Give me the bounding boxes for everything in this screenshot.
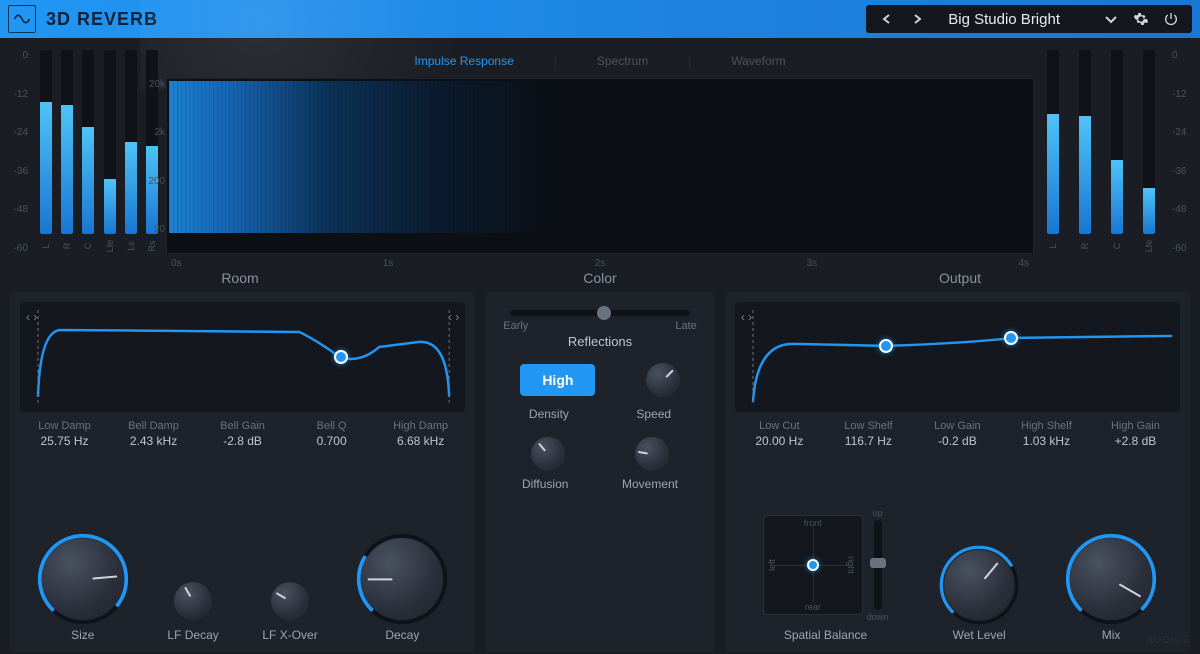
size-knob[interactable] — [42, 538, 124, 620]
density-label: Density — [529, 407, 569, 421]
low-shelf-handle[interactable] — [879, 339, 893, 353]
room-section-label: Room — [0, 270, 480, 286]
movement-label: Movement — [622, 477, 678, 491]
movement-knob[interactable] — [635, 437, 669, 471]
spatial-position-dot[interactable] — [807, 559, 819, 571]
settings-gear-icon[interactable] — [1132, 10, 1150, 28]
output-eq-graph[interactable]: ‹ › — [735, 302, 1180, 412]
preset-next-button[interactable] — [908, 10, 926, 28]
output-section-label: Output — [720, 270, 1200, 286]
lf-xover-label: LF X-Over — [262, 628, 317, 642]
speed-label: Speed — [636, 407, 671, 421]
preset-prev-button[interactable] — [878, 10, 896, 28]
output-meters: LRCLfe0-12-24-36-48-60 — [1040, 50, 1190, 254]
mix-knob[interactable] — [1070, 538, 1152, 620]
viz-tabs: Impulse Response | Spectrum | Waveform — [166, 50, 1034, 78]
param-readout[interactable]: Bell Q0.700 — [287, 420, 376, 448]
slider-early-label: Early — [503, 320, 528, 332]
param-readout[interactable]: High Damp6.68 kHz — [376, 420, 465, 448]
param-readout[interactable]: Low Cut20.00 Hz — [735, 420, 824, 448]
meter-channel: L — [1040, 50, 1066, 254]
lf-decay-label: LF Decay — [167, 628, 218, 642]
spatial-balance-label: Spatial Balance — [784, 628, 867, 642]
spectrogram-area: Impulse Response | Spectrum | Waveform 2… — [166, 50, 1034, 254]
room-eq-graph[interactable]: ‹ › ‹ › — [20, 302, 465, 412]
color-panel: Early Late Reflections High Density Spee… — [485, 292, 715, 652]
lf-xover-knob[interactable] — [271, 582, 309, 620]
param-readout[interactable]: High Gain+2.8 dB — [1091, 420, 1180, 448]
meter-channel: L — [38, 50, 53, 254]
watermark: AUDIOZ — [1146, 635, 1190, 646]
spectrogram-display[interactable]: 20k2k20020 0s1s2s3s4s — [166, 78, 1034, 254]
param-readout[interactable]: Bell Gain-2.8 dB — [198, 420, 287, 448]
wet-level-knob[interactable] — [944, 550, 1014, 620]
reflections-knob[interactable] — [646, 363, 680, 397]
color-section-label: Color — [480, 270, 720, 286]
plugin-logo-icon — [8, 5, 36, 33]
meter-channel: Lfe — [102, 50, 117, 254]
param-readout[interactable]: High Shelf1.03 kHz — [1002, 420, 1091, 448]
lf-decay-knob[interactable] — [174, 582, 212, 620]
meter-channel: R — [1072, 50, 1098, 254]
reflections-high-button[interactable]: High — [520, 364, 595, 396]
diffusion-knob[interactable] — [531, 437, 565, 471]
controls-area: ‹ › ‹ › Low Damp25.75 HzBell Damp2.43 kH… — [0, 292, 1200, 652]
preset-bar: Big Studio Bright — [866, 5, 1192, 33]
tab-spectrum[interactable]: Spectrum — [597, 54, 648, 68]
meter-channel: C — [81, 50, 96, 254]
param-readout[interactable]: Low Gain-0.2 dB — [913, 420, 1002, 448]
reflections-label: Reflections — [495, 334, 705, 349]
spatial-height-slider[interactable] — [874, 520, 882, 610]
preset-name[interactable]: Big Studio Bright — [938, 11, 1090, 28]
room-panel: ‹ › ‹ › Low Damp25.75 HzBell Damp2.43 kH… — [10, 292, 475, 652]
decay-knob[interactable] — [361, 538, 443, 620]
param-readout[interactable]: Bell Damp2.43 kHz — [109, 420, 198, 448]
high-shelf-handle[interactable] — [1004, 331, 1018, 345]
impulse-response-visual — [169, 81, 559, 233]
tab-waveform[interactable]: Waveform — [731, 54, 785, 68]
slider-late-label: Late — [675, 320, 696, 332]
param-readout[interactable]: Low Damp25.75 Hz — [20, 420, 109, 448]
visualization-section: 0-12-24-36-48-60 LRCLfeLsRs Impulse Resp… — [0, 38, 1200, 260]
meter-channel: R — [59, 50, 74, 254]
power-icon[interactable] — [1162, 10, 1180, 28]
plugin-title: 3D REVERB — [46, 9, 158, 30]
meter-channel: Lfe — [1136, 50, 1162, 254]
meter-channel: C — [1104, 50, 1130, 254]
tab-impulse-response[interactable]: Impulse Response — [414, 54, 513, 68]
spatial-balance-pad[interactable]: front rear left right — [763, 515, 863, 615]
diffusion-label: Diffusion — [522, 477, 568, 491]
param-readout[interactable]: Low Shelf116.7 Hz — [824, 420, 913, 448]
output-panel: ‹ › Low Cut20.00 HzLow Shelf116.7 HzLow … — [725, 292, 1190, 652]
early-late-slider[interactable] — [510, 310, 690, 316]
preset-dropdown-icon[interactable] — [1102, 10, 1120, 28]
header-bar: 3D REVERB Big Studio Bright — [0, 0, 1200, 38]
bell-eq-handle[interactable] — [334, 350, 348, 364]
